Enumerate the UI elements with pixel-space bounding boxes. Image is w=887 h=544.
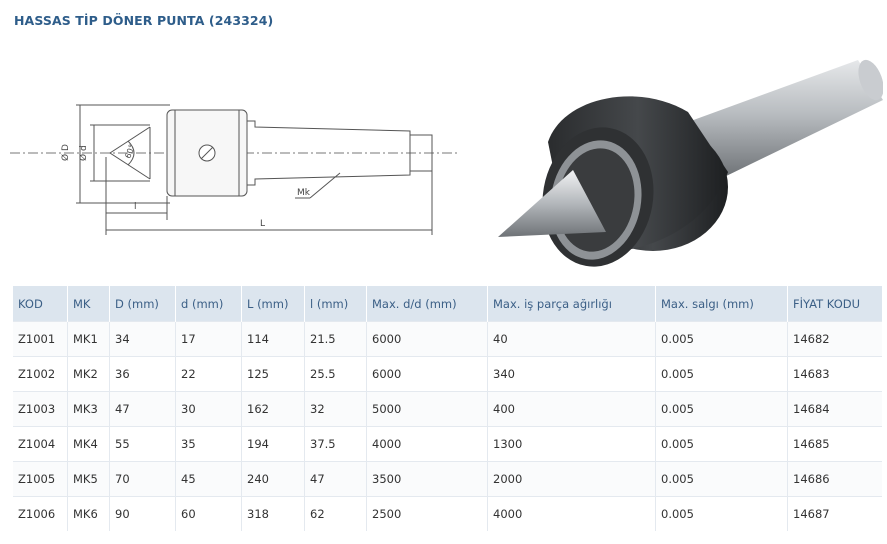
column-header: l (mm) <box>304 286 367 322</box>
table-cell: 17 <box>175 321 242 357</box>
column-header: MK <box>67 286 110 322</box>
table-cell: 6000 <box>366 356 488 392</box>
table-cell: 40 <box>487 321 656 357</box>
table-cell: 22 <box>175 356 242 392</box>
table-cell: Z1003 <box>13 391 68 427</box>
table-cell: 60 <box>175 496 242 531</box>
table-cell: 45 <box>175 461 242 497</box>
table-cell: 340 <box>487 356 656 392</box>
page-title: HASSAS TİP DÖNER PUNTA (243324) <box>14 13 274 28</box>
table-cell: 0.005 <box>655 356 788 392</box>
table-cell: 62 <box>304 496 367 531</box>
table-cell: 2000 <box>487 461 656 497</box>
table-row: Z1004 MK4 55 35 194 37.5 4000 1300 0.005… <box>13 426 882 462</box>
table-cell: MK3 <box>67 391 110 427</box>
table-cell: 70 <box>109 461 176 497</box>
column-header: Max. salgı (mm) <box>655 286 788 322</box>
table-cell: 55 <box>109 426 176 462</box>
table-cell: 25.5 <box>304 356 367 392</box>
table-cell: MK4 <box>67 426 110 462</box>
table-row: Z1003 MK3 47 30 162 32 5000 400 0.005 14… <box>13 391 882 427</box>
column-header: D (mm) <box>109 286 176 322</box>
table-cell: 0.005 <box>655 391 788 427</box>
table-header-row: KOD MK D (mm) d (mm) L (mm) l (mm) Max. … <box>13 286 882 322</box>
table-cell: 47 <box>109 391 176 427</box>
table-cell: 0.005 <box>655 321 788 357</box>
taper-label: Mk <box>297 188 311 198</box>
column-header: L (mm) <box>241 286 305 322</box>
table-cell: 162 <box>241 391 305 427</box>
table-cell: 240 <box>241 461 305 497</box>
table-cell: 34 <box>109 321 176 357</box>
table-cell: 21.5 <box>304 321 367 357</box>
table-cell: 14683 <box>787 356 882 392</box>
table-cell: 14686 <box>787 461 882 497</box>
table-cell: 47 <box>304 461 367 497</box>
column-header: Max. iş parça ağırlığı <box>487 286 656 322</box>
product-image <box>498 59 883 267</box>
column-header: KOD <box>13 286 68 322</box>
table-cell: 5000 <box>366 391 488 427</box>
table-row: Z1001 MK1 34 17 114 21.5 6000 40 0.005 1… <box>13 321 882 357</box>
dim-D-label: Ø D <box>60 144 71 161</box>
table-cell: 14682 <box>787 321 882 357</box>
table-cell: 1300 <box>487 426 656 462</box>
table-cell: 194 <box>241 426 305 462</box>
table-cell: 30 <box>175 391 242 427</box>
table-cell: MK5 <box>67 461 110 497</box>
table-cell: MK2 <box>67 356 110 392</box>
dim-L-label: L <box>260 219 265 229</box>
table-cell: 400 <box>487 391 656 427</box>
table-cell: MK6 <box>67 496 110 531</box>
table-cell: 36 <box>109 356 176 392</box>
table-cell: 0.005 <box>655 496 788 531</box>
table-cell: Z1005 <box>13 461 68 497</box>
table-cell: Z1004 <box>13 426 68 462</box>
column-header: Max. d/d (mm) <box>366 286 488 322</box>
table-cell: 125 <box>241 356 305 392</box>
table-cell: 318 <box>241 496 305 531</box>
table-cell: 0.005 <box>655 426 788 462</box>
table-cell: 114 <box>241 321 305 357</box>
technical-drawing: Ø D Ø d 60° l L Mk <box>10 104 460 235</box>
table-cell: Z1001 <box>13 321 68 357</box>
table-cell: 14685 <box>787 426 882 462</box>
dim-d-label: Ø d <box>78 145 89 161</box>
spec-table: KOD MK D (mm) d (mm) L (mm) l (mm) Max. … <box>13 286 882 531</box>
table-cell: 2500 <box>366 496 488 531</box>
table-cell: Z1002 <box>13 356 68 392</box>
table-cell: 6000 <box>366 321 488 357</box>
angle-label: 60° <box>123 143 136 159</box>
table-cell: 4000 <box>487 496 656 531</box>
table-cell: 3500 <box>366 461 488 497</box>
column-header: FİYAT KODU <box>787 286 882 322</box>
table-cell: 0.005 <box>655 461 788 497</box>
table-cell: 35 <box>175 426 242 462</box>
table-cell: 90 <box>109 496 176 531</box>
table-row: Z1006 MK6 90 60 318 62 2500 4000 0.005 1… <box>13 496 882 531</box>
table-row: Z1002 MK2 36 22 125 25.5 6000 340 0.005 … <box>13 356 882 392</box>
table-cell: 37.5 <box>304 426 367 462</box>
table-cell: MK1 <box>67 321 110 357</box>
table-cell: 32 <box>304 391 367 427</box>
table-cell: 14684 <box>787 391 882 427</box>
table-cell: Z1006 <box>13 496 68 531</box>
table-cell: 14687 <box>787 496 882 531</box>
dim-l-label: l <box>134 202 137 212</box>
table-row: Z1005 MK5 70 45 240 47 3500 2000 0.005 1… <box>13 461 882 497</box>
column-header: d (mm) <box>175 286 242 322</box>
table-cell: 4000 <box>366 426 488 462</box>
